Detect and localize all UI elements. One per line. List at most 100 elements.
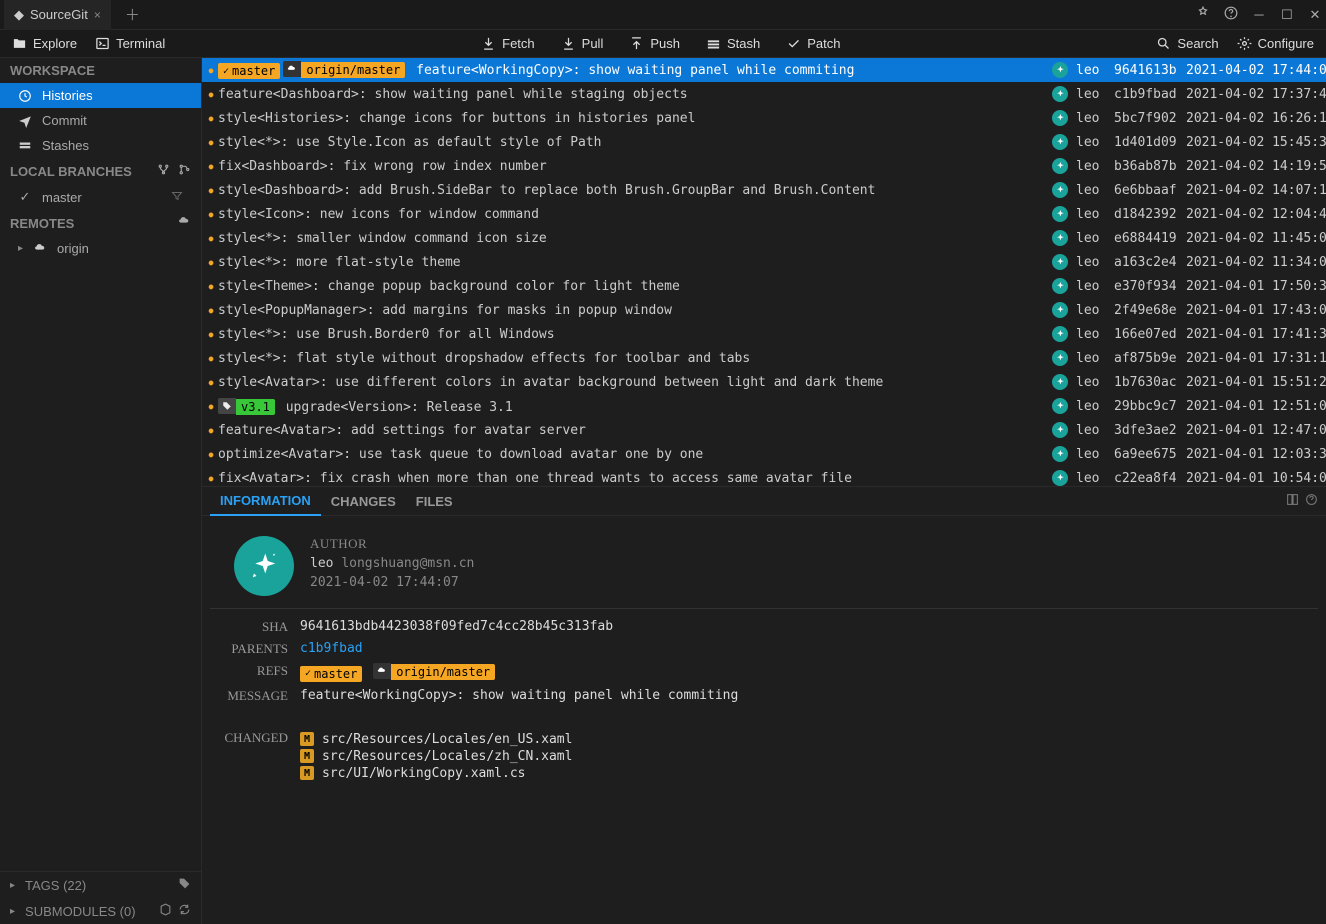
sidebar-item-stashes[interactable]: Stashes: [0, 133, 201, 158]
commit-row[interactable]: ● style<*>: use Style.Icon as default st…: [202, 130, 1326, 154]
author-date: 2021-04-02 17:44:07: [310, 575, 474, 590]
stash-button[interactable]: Stash: [706, 36, 760, 51]
commit-row[interactable]: ● feature<Dashboard>: show waiting panel…: [202, 82, 1326, 106]
submodule-action-icon[interactable]: [159, 903, 172, 919]
changed-file-row[interactable]: Msrc/Resources/Locales/zh_CN.xaml: [300, 749, 1318, 764]
avatar-icon: [1052, 278, 1068, 294]
configure-button[interactable]: Configure: [1237, 36, 1314, 51]
commit-message: feature<WorkingCopy>: show waiting panel…: [300, 688, 1318, 704]
ref-badge-remote[interactable]: origin/master: [391, 664, 495, 680]
commit-icon: [18, 114, 32, 128]
explore-button[interactable]: Explore: [12, 36, 77, 51]
branch-action2-icon[interactable]: [178, 163, 191, 179]
changed-files: Msrc/Resources/Locales/en_US.xaml Msrc/Re…: [300, 730, 1318, 783]
commit-row[interactable]: ● style<*>: smaller window command icon …: [202, 226, 1326, 250]
remotes-header: REMOTES: [0, 210, 201, 236]
commit-row[interactable]: ● optimize<Avatar>: use task queue to do…: [202, 442, 1326, 466]
add-remote-icon[interactable]: [178, 215, 191, 231]
avatar-icon: [1052, 350, 1068, 366]
remote-origin[interactable]: ▸ origin: [0, 236, 201, 261]
tag-action-icon[interactable]: [178, 877, 191, 893]
close-tab-icon[interactable]: ×: [94, 8, 101, 22]
commit-row[interactable]: ● style<PopupManager>: add margins for m…: [202, 298, 1326, 322]
settings-icon[interactable]: [1196, 6, 1210, 23]
search-button[interactable]: Search: [1156, 36, 1218, 51]
parent-link[interactable]: c1b9fbad: [300, 641, 363, 656]
avatar-icon: [1052, 230, 1068, 246]
repo-tab[interactable]: ◆ SourceGit ×: [4, 0, 111, 30]
commit-row[interactable]: ● style<Icon>: new icons for window comm…: [202, 202, 1326, 226]
sidebar-tags[interactable]: ▸ TAGS (22): [0, 872, 201, 898]
avatar-icon: [1052, 422, 1068, 438]
modified-icon: M: [300, 749, 314, 763]
author-avatar: [234, 536, 294, 596]
modified-icon: M: [300, 766, 314, 780]
push-button[interactable]: Push: [629, 36, 680, 51]
sidebar-submodules[interactable]: ▸ SUBMODULES (0): [0, 898, 201, 924]
avatar-icon: [1052, 110, 1068, 126]
tab-changes[interactable]: CHANGES: [321, 488, 406, 515]
ref-badge-local[interactable]: ✓master: [300, 666, 362, 682]
changed-file-row[interactable]: Msrc/UI/WorkingCopy.xaml.cs: [300, 766, 1318, 781]
commit-row[interactable]: ● fix<Dashboard>: fix wrong row index nu…: [202, 154, 1326, 178]
tab-files[interactable]: FILES: [406, 488, 463, 515]
commit-row[interactable]: ● style<Avatar>: use different colors in…: [202, 370, 1326, 394]
commit-row[interactable]: ●✓masterorigin/master feature<WorkingCop…: [202, 58, 1326, 82]
filter-icon[interactable]: [171, 190, 183, 205]
branch-action-icon[interactable]: [157, 163, 170, 179]
pull-button[interactable]: Pull: [561, 36, 604, 51]
close-window-button[interactable]: ✕: [1308, 7, 1322, 23]
app-logo-icon: ◆: [14, 7, 24, 23]
stashes-icon: [18, 139, 32, 153]
avatar-icon: [1052, 206, 1068, 222]
branch-master[interactable]: ✓ master: [0, 184, 201, 210]
avatar-icon: [1052, 398, 1068, 414]
changed-file-row[interactable]: Msrc/Resources/Locales/en_US.xaml: [300, 732, 1318, 747]
layout-icon[interactable]: [1286, 493, 1299, 509]
minimize-button[interactable]: ─: [1252, 7, 1266, 22]
avatar-icon: [1052, 470, 1068, 486]
avatar-icon: [1052, 134, 1068, 150]
add-tab-button[interactable]: ＋: [115, 4, 150, 25]
commit-row[interactable]: ● style<Theme>: change popup background …: [202, 274, 1326, 298]
avatar-icon: [1052, 374, 1068, 390]
commit-row[interactable]: ● feature<Avatar>: add settings for avat…: [202, 418, 1326, 442]
toolbar: Explore Terminal Fetch Pull Push Stash P…: [0, 30, 1326, 58]
fetch-button[interactable]: Fetch: [481, 36, 535, 51]
ref-badge-remote-icon: [373, 663, 391, 679]
commit-row[interactable]: ● fix<Avatar>: fix crash when more than …: [202, 466, 1326, 486]
detail-tabs: INFORMATION CHANGES FILES: [202, 486, 1326, 516]
submodule-refresh-icon[interactable]: [178, 903, 191, 919]
cloud-icon: [33, 242, 47, 255]
commit-detail: AUTHOR leo longshuang@msn.cn 2021-04-02 …: [202, 516, 1326, 924]
terminal-button[interactable]: Terminal: [95, 36, 165, 51]
app-name: SourceGit: [30, 7, 88, 22]
commit-row[interactable]: ● style<*>: use Brush.Border0 for all Wi…: [202, 322, 1326, 346]
history-icon: [18, 89, 32, 103]
workspace-header: WORKSPACE: [0, 58, 201, 83]
expand-icon: ▸: [18, 243, 23, 254]
avatar-icon: [1052, 86, 1068, 102]
maximize-button[interactable]: ☐: [1280, 7, 1294, 23]
sidebar-item-histories[interactable]: Histories: [0, 83, 201, 108]
tab-information[interactable]: INFORMATION: [210, 487, 321, 516]
patch-button[interactable]: Patch: [786, 36, 840, 51]
help-icon[interactable]: [1305, 493, 1318, 509]
commit-row[interactable]: ● style<Dashboard>: add Brush.SideBar to…: [202, 178, 1326, 202]
sidebar: WORKSPACE Histories Commit Stashes LOCAL…: [0, 58, 202, 924]
commit-sha[interactable]: 9641613bdb4423038f09fed7c4cc28b45c313fab: [300, 619, 1318, 635]
expand-icon: ▸: [10, 880, 15, 891]
commit-row[interactable]: ● style<Histories>: change icons for but…: [202, 106, 1326, 130]
modified-icon: M: [300, 732, 314, 746]
avatar-icon: [1052, 158, 1068, 174]
commit-row[interactable]: ● style<*>: more flat-style themeleoa163…: [202, 250, 1326, 274]
sidebar-item-commit[interactable]: Commit: [0, 108, 201, 133]
titlebar: ◆ SourceGit × ＋ ─ ☐ ✕: [0, 0, 1326, 30]
help-icon[interactable]: [1224, 6, 1238, 23]
avatar-icon: [1052, 62, 1068, 78]
commit-row[interactable]: ●v3.1 upgrade<Version>: Release 3.1leo29…: [202, 394, 1326, 418]
avatar-icon: [1052, 446, 1068, 462]
avatar-icon: [1052, 326, 1068, 342]
author-name: leo: [310, 556, 333, 571]
commit-row[interactable]: ● style<*>: flat style without dropshado…: [202, 346, 1326, 370]
